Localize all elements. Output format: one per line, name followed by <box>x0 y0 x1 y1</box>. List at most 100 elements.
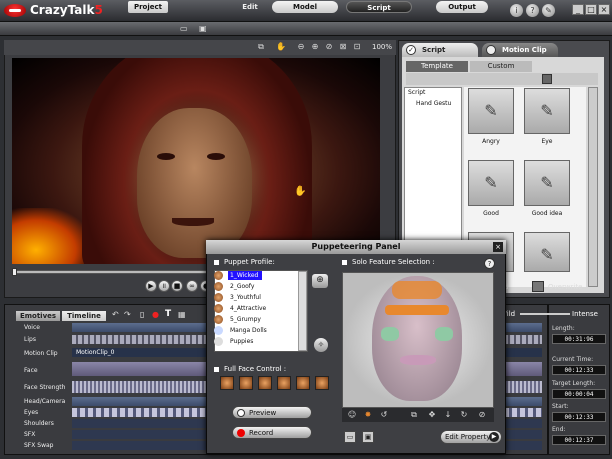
video-preview[interactable]: ✋ <box>12 58 380 264</box>
tile-good-idea[interactable]: ✎ <box>524 160 570 206</box>
move-icon[interactable]: ✥ <box>426 409 438 421</box>
full-face-button-3[interactable] <box>258 376 272 390</box>
down-arrow-icon[interactable]: ↓ <box>442 409 454 421</box>
target-length-value: 00:00:04 <box>552 389 606 399</box>
profile-icon <box>214 304 223 313</box>
tree-item-script[interactable]: Script <box>408 89 425 96</box>
full-face-button-1[interactable] <box>220 376 234 390</box>
full-face-button-4[interactable] <box>277 376 291 390</box>
profile-item[interactable]: 1_Wicked <box>230 272 258 279</box>
settings-icon[interactable]: ✎ <box>542 4 555 17</box>
tab-timeline[interactable]: Timeline <box>62 311 106 321</box>
hand-icon[interactable]: ✋ <box>276 42 286 52</box>
grid-icon[interactable]: ▦ <box>178 310 186 319</box>
full-face-button-6[interactable] <box>315 376 329 390</box>
scrubber-thumb[interactable] <box>12 268 17 276</box>
zoom-level: 100% <box>372 43 393 51</box>
profile-item[interactable]: 2_Goofy <box>230 283 254 290</box>
pencil-icon: ✎ <box>540 245 554 264</box>
stop-icon[interactable]: ■ <box>171 280 183 292</box>
no-entry-icon[interactable]: ⊘ <box>476 409 488 421</box>
undo-icon[interactable]: ↶ <box>112 310 119 319</box>
mode-model[interactable]: Model <box>272 1 338 13</box>
preview-button[interactable]: Preview <box>232 406 312 419</box>
library-tool-icon[interactable] <box>542 74 552 84</box>
tile-label: Good <box>483 210 499 217</box>
save-icon[interactable]: ▣ <box>362 431 374 443</box>
open-folder-icon[interactable]: ▭ <box>180 24 188 33</box>
target-length-label: Target Length: <box>552 380 596 387</box>
camera-icon[interactable]: ⧉ <box>256 42 266 52</box>
face-icon[interactable]: ☺ <box>346 409 358 421</box>
tree-item-hand-gesture[interactable]: Hand Gestu <box>416 100 451 107</box>
mode-project[interactable]: Project <box>128 1 168 13</box>
camera-icon[interactable]: ⧉ <box>408 409 420 421</box>
pencil-icon: ✎ <box>484 173 498 192</box>
record-button[interactable]: Record <box>232 426 312 439</box>
length-label: Length: <box>552 325 575 332</box>
left-cheek-region[interactable] <box>381 327 399 341</box>
zoom-in-icon[interactable]: ⊕ <box>310 42 320 52</box>
play-icon[interactable]: ▶ <box>145 280 157 292</box>
add-profile-icon[interactable]: ⊕ <box>312 274 328 288</box>
profile-icon <box>214 282 223 291</box>
mouth-region[interactable] <box>400 355 436 365</box>
overwrite-button[interactable]: Overwrite <box>548 283 582 291</box>
brow-region[interactable] <box>385 305 449 315</box>
text-icon[interactable]: T <box>165 309 171 319</box>
info-icon[interactable]: i <box>510 4 523 17</box>
left-eye <box>157 153 175 160</box>
tile-eye[interactable]: ✎ <box>524 88 570 134</box>
tab-custom[interactable]: Custom <box>470 61 532 72</box>
rotate-icon[interactable]: ↻ <box>458 409 470 421</box>
mode-script[interactable]: Script <box>346 1 412 13</box>
bullet-icon <box>342 260 347 265</box>
save-icon[interactable]: ▣ <box>199 24 207 33</box>
library-scrollbar[interactable] <box>588 87 598 287</box>
mode-edit[interactable]: Edit <box>232 1 268 13</box>
profile-icon <box>214 326 223 335</box>
profile-item[interactable]: 3_Youthful <box>230 294 261 301</box>
wrench-icon[interactable]: ✧ <box>314 338 328 352</box>
tile-item[interactable]: ✎ <box>524 232 570 272</box>
help-icon[interactable]: ? <box>484 258 495 269</box>
bullet-icon <box>214 367 219 372</box>
profile-item[interactable]: 4_Attractive <box>230 305 266 312</box>
zoom-out-icon[interactable]: ⊖ <box>296 42 306 52</box>
close-button[interactable]: × <box>598 4 610 15</box>
tile-good[interactable]: ✎ <box>468 160 514 206</box>
help-icon[interactable]: ? <box>526 4 539 17</box>
record-icon[interactable]: ● <box>152 310 159 319</box>
full-face-button-2[interactable] <box>239 376 253 390</box>
rotate-icon[interactable]: ⊘ <box>324 42 334 52</box>
track-label-shoulders: Shoulders <box>24 420 54 427</box>
pause-icon[interactable]: ॥ <box>158 280 170 292</box>
track-label-lips: Lips <box>24 336 36 343</box>
head-crown-region[interactable] <box>392 281 442 299</box>
reset-view-icon[interactable]: ⊡ <box>352 42 362 52</box>
minimize-button[interactable]: _ <box>572 4 584 15</box>
pencil-icon: ✎ <box>540 101 554 120</box>
tab-emotives[interactable]: Emotives <box>16 311 60 321</box>
profile-scrollbar[interactable] <box>298 271 307 351</box>
tile-angry[interactable]: ✎ <box>468 88 514 134</box>
fit-icon[interactable]: ⊠ <box>338 42 348 52</box>
tab-template[interactable]: Template <box>406 61 468 72</box>
loop-icon[interactable]: ∞ <box>186 280 198 292</box>
tile-label: Eye <box>541 138 553 145</box>
panel-close-icon[interactable]: × <box>493 242 503 252</box>
mode-output[interactable]: Output <box>436 1 488 13</box>
profile-item[interactable]: Manga Dolls <box>230 327 267 334</box>
open-folder-icon[interactable]: ▭ <box>344 431 356 443</box>
full-face-button-5[interactable] <box>296 376 310 390</box>
maximize-button[interactable]: □ <box>585 4 597 15</box>
right-cheek-region[interactable] <box>435 327 453 341</box>
document-icon[interactable]: ▯ <box>140 310 144 319</box>
profile-item[interactable]: 5_Grumpy <box>230 316 261 323</box>
intensity-slider[interactable] <box>520 313 570 315</box>
reset-icon[interactable]: ↺ <box>378 409 390 421</box>
eye-icon <box>237 409 245 417</box>
feature-icon[interactable]: ✸ <box>362 409 374 421</box>
redo-icon[interactable]: ↷ <box>124 310 131 319</box>
profile-item[interactable]: Puppies <box>230 338 253 345</box>
